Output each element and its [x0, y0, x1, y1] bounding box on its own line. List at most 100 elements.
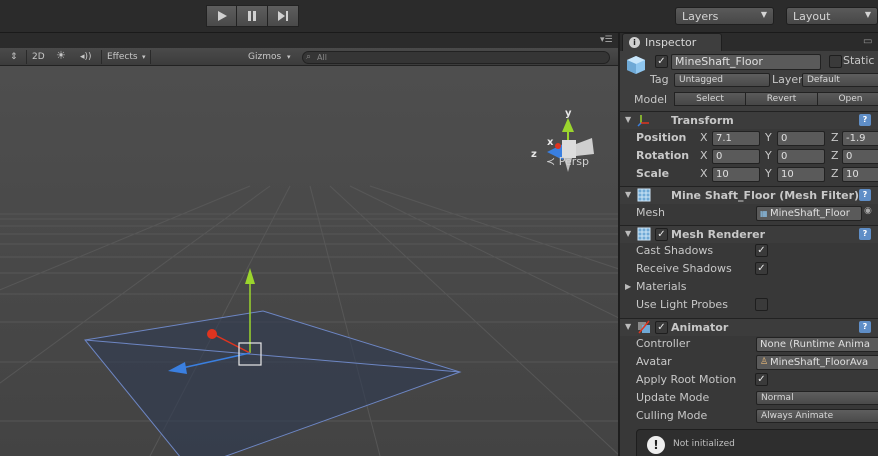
update-mode-dropdown[interactable]: Normal [756, 391, 878, 405]
transform-title: Transform [671, 114, 734, 127]
inspector-tab-bar: i Inspector ▭ [620, 33, 878, 51]
receive-shadows-checkbox[interactable]: ✓ [755, 262, 768, 275]
active-checkbox[interactable]: ✓ [655, 55, 668, 68]
mesh-renderer-enabled-checkbox[interactable]: ✓ [655, 228, 668, 241]
mesh-renderer-fields: Cast Shadows ✓ Receive Shadows ✓ ▶ Mater… [620, 243, 878, 318]
main-toolbar: Layers ▼ Layout ▼ [0, 0, 878, 33]
materials-label[interactable]: Materials [636, 280, 686, 293]
layers-dropdown[interactable]: Layers ▼ [675, 7, 774, 25]
transform-fields: Position X 7.1 Y 0 Z -1.9 Rotation X 0 Y… [620, 129, 878, 185]
fold-down-icon: ▼ [625, 115, 632, 124]
chevron-down-icon: ▾ [287, 53, 291, 61]
play-button[interactable] [206, 5, 237, 27]
use-light-probes-checkbox[interactable] [755, 298, 768, 311]
info-alert-icon: ! [647, 436, 665, 454]
help-icon[interactable]: ? [859, 321, 871, 333]
tab-inspector[interactable]: i Inspector [622, 33, 722, 51]
help-icon[interactable]: ? [859, 228, 871, 240]
gizmos-dropdown[interactable]: Gizmos [248, 50, 281, 64]
persp-label: Persp [558, 155, 589, 168]
scale-x-field[interactable]: 10 [712, 167, 760, 182]
chevron-down-icon: ▼ [760, 10, 767, 19]
position-y-field[interactable]: 0 [777, 131, 825, 146]
audio-toggle-icon[interactable]: ◂)) [80, 50, 92, 64]
scene-search-input[interactable]: All [302, 51, 610, 64]
scene-view: ▾☰ ⇕ 2D ☀ ◂)) Effects ▾ Gizmos ▾ All [0, 33, 618, 456]
revert-button[interactable]: Revert [745, 92, 818, 106]
avatar-field[interactable]: ♙ MineShaft_FloorAva [756, 355, 878, 370]
animator-enabled-checkbox[interactable]: ✓ [655, 321, 668, 334]
animator-fields: Controller None (Runtime Anima Avatar ♙ … [620, 336, 878, 428]
mesh-icon: ▦ [760, 209, 768, 218]
apply-root-motion-checkbox[interactable]: ✓ [755, 373, 768, 386]
tag-dropdown[interactable]: Untagged [674, 73, 770, 87]
culling-mode-dropdown[interactable]: Always Animate [756, 409, 878, 423]
rotation-y-field[interactable]: 0 [777, 149, 825, 164]
mesh-filter-header[interactable]: ▼ Mine Shaft_Floor (Mesh Filter) ? [620, 186, 878, 204]
animator-title: Animator [671, 321, 729, 334]
fold-down-icon: ▼ [625, 229, 632, 238]
layers-label: Layers [682, 10, 719, 23]
object-name-field[interactable]: MineShaft_Floor [671, 54, 821, 70]
mesh-renderer-title: Mesh Renderer [671, 228, 766, 241]
help-icon[interactable]: ? [859, 114, 871, 126]
layer-dropdown[interactable]: Default [802, 73, 878, 87]
x-label: X [700, 149, 708, 162]
persp-chevron-icon: ≺ [546, 155, 556, 168]
fold-down-icon: ▼ [625, 190, 632, 199]
layout-dropdown[interactable]: Layout ▼ [786, 7, 878, 25]
pause-icon [248, 11, 256, 21]
z-label: Z [831, 167, 839, 180]
static-label: Static [843, 54, 875, 67]
mesh-object-field[interactable]: ▦ MineShaft_Floor [756, 206, 862, 221]
select-button[interactable]: Select [674, 92, 746, 106]
scale-y-field[interactable]: 10 [777, 167, 825, 182]
step-button[interactable] [268, 5, 299, 27]
mesh-filter-fields: Mesh ▦ MineShaft_Floor ◉ [620, 204, 878, 224]
x-label: X [700, 167, 708, 180]
controller-label: Controller [636, 337, 691, 350]
fold-down-icon: ▼ [625, 322, 632, 331]
lighting-toggle-icon[interactable]: ☀ [56, 49, 66, 63]
rotation-x-field[interactable]: 0 [712, 149, 760, 164]
use-light-probes-label: Use Light Probes [636, 298, 728, 311]
apply-root-motion-label: Apply Root Motion [636, 373, 737, 386]
mesh-filter-icon [637, 188, 651, 202]
layer-label: Layer [772, 73, 803, 86]
position-x-field[interactable]: 7.1 [712, 131, 760, 146]
animator-header[interactable]: ▼ ✓ Animator ? [620, 318, 878, 336]
tab-inspector-label: Inspector [645, 36, 697, 49]
scene-viewport[interactable]: y x z [0, 66, 618, 456]
mesh-filter-title: Mine Shaft_Floor (Mesh Filter) [671, 189, 860, 202]
model-buttons: Select Revert Open [674, 92, 878, 106]
controller-field[interactable]: None (Runtime Anima [756, 337, 878, 352]
mesh-renderer-header[interactable]: ▼ ✓ Mesh Renderer ? [620, 225, 878, 243]
fold-right-icon[interactable]: ▶ [625, 282, 631, 291]
scene-toolbar: ⇕ 2D ☀ ◂)) Effects ▾ Gizmos ▾ All [0, 48, 618, 66]
update-mode-label: Update Mode [636, 391, 710, 404]
static-checkbox[interactable] [829, 55, 842, 68]
playback-controls [206, 5, 299, 27]
position-z-field[interactable]: -1.9 [842, 131, 878, 146]
perspective-toggle[interactable]: ≺ Persp [546, 155, 589, 168]
play-icon [217, 11, 227, 21]
help-icon[interactable]: ? [859, 189, 871, 201]
info-icon: i [629, 37, 640, 48]
menu-icon[interactable]: ▾☰ [600, 35, 613, 45]
effects-dropdown[interactable]: Effects [107, 50, 138, 64]
scale-z-field[interactable]: 10 [842, 167, 878, 182]
shading-mode-icon[interactable]: ⇕ [10, 50, 18, 64]
rotation-z-field[interactable]: 0 [842, 149, 878, 164]
object-picker-icon[interactable]: ◉ [864, 206, 872, 216]
avatar-value: MineShaft_FloorAva [770, 357, 869, 368]
step-icon [278, 11, 288, 21]
transform-header[interactable]: ▼ Transform ? [620, 111, 878, 129]
lock-icon[interactable]: ▭ [863, 36, 872, 47]
toggle-2d-button[interactable]: 2D [32, 50, 45, 64]
animator-status-box: ! Not initialized [636, 429, 878, 456]
open-button[interactable]: Open [817, 92, 878, 106]
cast-shadows-checkbox[interactable]: ✓ [755, 244, 768, 257]
tag-label: Tag [650, 73, 669, 86]
pause-button[interactable] [237, 5, 268, 27]
position-label: Position [636, 131, 687, 144]
